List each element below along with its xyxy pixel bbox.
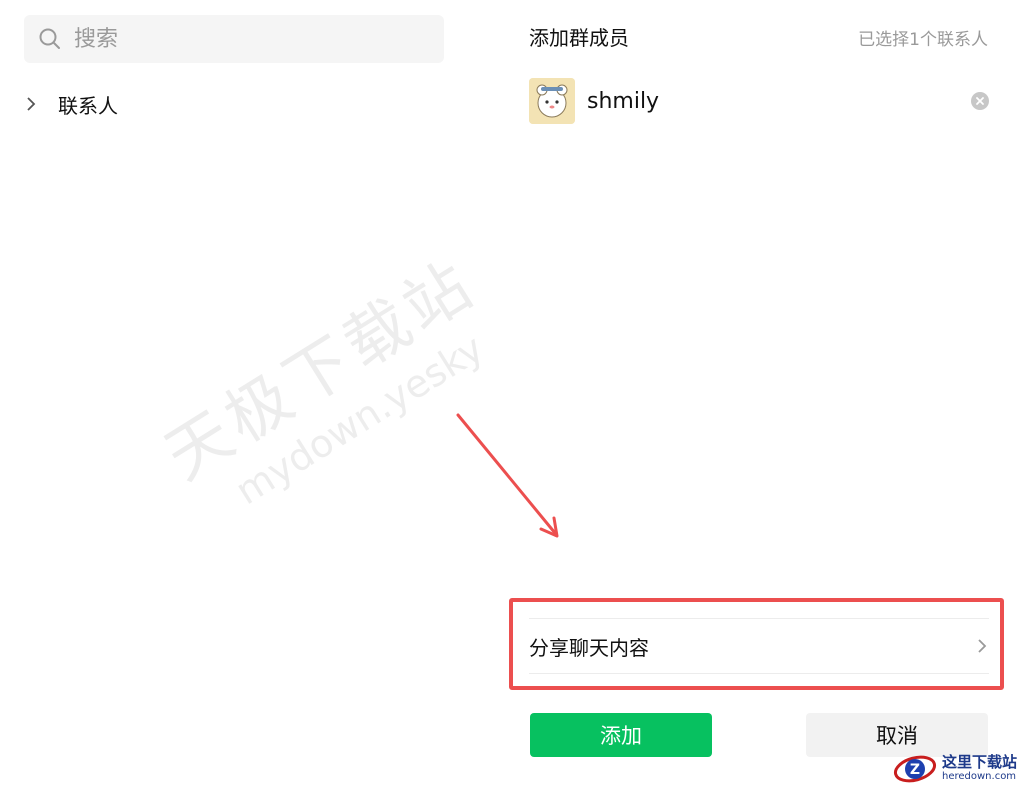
share-chat-history-label: 分享聊天内容 bbox=[529, 635, 649, 660]
logo-text: 这里下载站 heredown.com bbox=[942, 755, 1017, 782]
logo-letter: Z bbox=[910, 762, 920, 778]
add-button[interactable]: 添加 bbox=[530, 713, 712, 757]
tree-item-contacts[interactable]: 联系人 bbox=[24, 86, 118, 122]
tree-item-label: 联系人 bbox=[58, 93, 118, 118]
panel-title: 添加群成员 bbox=[529, 26, 629, 50]
search-icon bbox=[39, 28, 60, 49]
logo-mark: Z bbox=[893, 755, 937, 782]
logo-cn: 这里下载站 bbox=[942, 753, 1018, 771]
contact-picker-pane: 联系人 天极下载站 mydown.yesky.com bbox=[0, 0, 566, 789]
chevron-right-icon bbox=[27, 97, 36, 111]
remove-member-button[interactable] bbox=[971, 92, 989, 110]
selected-member: shmily bbox=[529, 78, 989, 124]
chevron-right-icon bbox=[978, 639, 987, 653]
logo-en: heredown.com bbox=[942, 771, 1017, 782]
avatar bbox=[529, 78, 575, 124]
selected-members-pane: 添加群成员 已选择1个联系人 shmily 分享聊天内容 添加 取消 bbox=[482, 0, 1026, 789]
share-chat-history-row[interactable]: 分享聊天内容 bbox=[529, 618, 989, 674]
search-box[interactable] bbox=[24, 15, 444, 63]
site-logo: Z 这里下载站 heredown.com bbox=[892, 748, 1026, 789]
close-circle-icon bbox=[976, 97, 984, 105]
selected-count: 已选择1个联系人 bbox=[858, 30, 988, 50]
search-input[interactable] bbox=[72, 25, 416, 53]
member-name: shmily bbox=[587, 88, 660, 114]
